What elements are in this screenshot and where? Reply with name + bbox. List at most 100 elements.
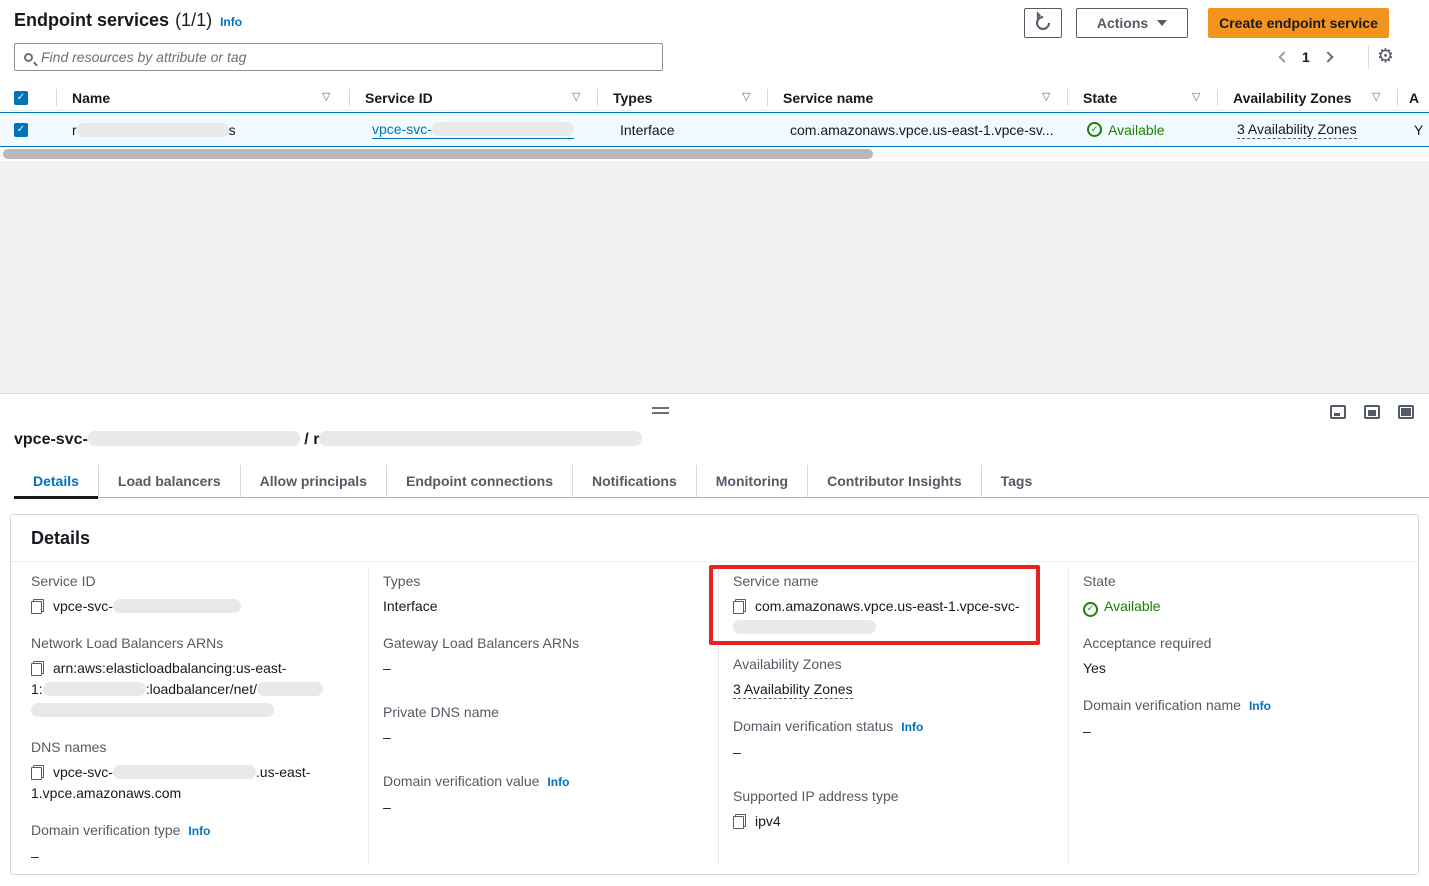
column-header-service-name[interactable]: Service name — [767, 84, 1067, 111]
tab-contributor-insights[interactable]: Contributor Insights — [808, 465, 982, 497]
field-service-name: Service name com.amazonaws.vpce.us-east-… — [733, 572, 1055, 638]
redacted-account-id — [43, 682, 146, 696]
supported-ip-value: ipv4 — [755, 813, 781, 829]
column-header-availability-zones[interactable]: Availability Zones — [1217, 84, 1397, 111]
search-input[interactable] — [41, 49, 662, 65]
row-service-id-cell: vpce-svc- — [372, 113, 597, 146]
info-link[interactable]: Info — [188, 824, 210, 838]
service-id-value: vpce-svc- — [53, 598, 113, 614]
copy-icon[interactable] — [31, 661, 44, 676]
copy-icon[interactable] — [31, 765, 44, 780]
tab-details[interactable]: Details — [14, 465, 99, 497]
private-dns-name-label: Private DNS name — [383, 703, 705, 721]
filter-icon[interactable]: ▽ — [1042, 90, 1050, 103]
redacted-panel-service-id — [88, 431, 300, 446]
copy-icon[interactable] — [733, 599, 746, 614]
panel-size-medium-icon[interactable] — [1364, 405, 1380, 419]
search-box[interactable] — [14, 43, 663, 71]
tab-load-balancers[interactable]: Load balancers — [99, 465, 241, 497]
row-state-text: Available — [1108, 122, 1165, 138]
availability-zones-label: Availability Zones — [733, 655, 1055, 673]
availability-zones-popover-link[interactable]: 3 Availability Zones — [1237, 121, 1357, 139]
actions-button[interactable]: Actions — [1076, 8, 1188, 38]
column-header-acceptance-partial[interactable]: A — [1409, 84, 1429, 111]
split-panel-drag-handle[interactable] — [652, 407, 669, 415]
panel-size-small-icon[interactable] — [1330, 405, 1346, 419]
tab-tags[interactable]: Tags — [982, 465, 1052, 497]
gateway-lb-arns-value: – — [383, 658, 705, 679]
column-header-name[interactable]: Name — [56, 84, 349, 111]
redacted-service-id-value — [113, 599, 241, 613]
create-endpoint-service-button[interactable]: Create endpoint service — [1208, 8, 1389, 38]
field-gateway-lb-arns: Gateway Load Balancers ARNs – — [383, 634, 705, 679]
tab-notifications[interactable]: Notifications — [573, 465, 697, 497]
actions-button-label: Actions — [1097, 15, 1148, 31]
page-info-link[interactable]: Info — [220, 15, 242, 29]
info-link[interactable]: Info — [547, 775, 569, 789]
panel-title-divider: / — [304, 431, 308, 448]
copy-icon[interactable] — [31, 599, 44, 614]
row-select-cell — [0, 113, 56, 146]
available-check-icon — [1083, 602, 1098, 617]
column-separator — [1068, 567, 1069, 864]
column-header-service-id[interactable]: Service ID — [349, 84, 597, 111]
pagination: 1 — [1280, 44, 1332, 70]
column-divider — [597, 89, 598, 106]
filter-icon[interactable]: ▽ — [1372, 90, 1380, 103]
filter-icon[interactable]: ▽ — [572, 90, 580, 103]
settings-gear-icon[interactable]: ⚙ — [1377, 43, 1394, 69]
redacted-panel-name — [319, 431, 642, 446]
refresh-button[interactable] — [1024, 8, 1062, 38]
info-link[interactable]: Info — [901, 720, 923, 734]
field-state: State Available — [1083, 572, 1405, 617]
table-header: Name Service ID Types Service name State… — [0, 84, 1429, 111]
types-label: Types — [383, 572, 705, 590]
dns-names-label: DNS names — [31, 738, 353, 756]
service-id-link[interactable]: vpce-svc- — [372, 121, 574, 139]
next-page-icon[interactable] — [1322, 51, 1333, 62]
service-name-label: Service name — [733, 572, 1055, 590]
previous-page-icon[interactable] — [1278, 51, 1289, 62]
row-types-cell: Interface — [620, 113, 767, 146]
chevron-down-icon — [1157, 20, 1167, 26]
table-row[interactable]: rs vpce-svc- Interface com.amazonaws.vpc… — [0, 112, 1429, 147]
details-column-3: Service name com.amazonaws.vpce.us-east-… — [733, 572, 1055, 849]
redacted-dns-id — [113, 765, 256, 779]
domain-verification-name-label: Domain verification name — [1083, 697, 1241, 713]
field-domain-verification-status: Domain verification statusInfo – — [733, 717, 1055, 763]
row-service-name-cell: com.amazonaws.vpce.us-east-1.vpce-sv... — [790, 113, 1067, 146]
acceptance-required-value: Yes — [1083, 658, 1405, 679]
select-all-checkbox[interactable] — [14, 91, 28, 105]
service-id-label: Service ID — [31, 572, 353, 590]
page-number[interactable]: 1 — [1302, 49, 1310, 65]
filter-icon[interactable]: ▽ — [742, 90, 750, 103]
state-value: Available — [1104, 598, 1161, 614]
supported-ip-label: Supported IP address type — [733, 787, 1055, 805]
search-icon — [24, 53, 33, 62]
private-dns-name-value: – — [383, 727, 705, 748]
filter-icon[interactable]: ▽ — [1192, 90, 1200, 103]
endpoint-services-pane: Endpoint services (1/1) Info Actions Cre… — [0, 0, 1429, 393]
horizontal-scrollbar-thumb[interactable] — [3, 149, 873, 159]
row-checkbox[interactable] — [14, 123, 28, 137]
nlb-arn-line2a: 1: — [31, 681, 43, 697]
tab-endpoint-connections[interactable]: Endpoint connections — [387, 465, 573, 497]
availability-zones-popover-link[interactable]: 3 Availability Zones — [733, 681, 853, 699]
domain-verification-name-value: – — [1083, 721, 1405, 742]
filter-icon[interactable]: ▽ — [322, 90, 330, 103]
redacted-lb-name — [257, 682, 323, 696]
refresh-icon — [1033, 13, 1053, 33]
row-name-cell: rs — [72, 113, 349, 146]
field-acceptance-required: Acceptance required Yes — [1083, 634, 1405, 679]
dns-name-prefix: vpce-svc- — [53, 764, 113, 780]
field-domain-verification-name: Domain verification name Info – — [1083, 696, 1405, 742]
panel-size-large-icon[interactable] — [1398, 405, 1414, 419]
tab-allow-principals[interactable]: Allow principals — [241, 465, 387, 497]
page-title: Endpoint services — [14, 10, 169, 31]
tab-monitoring[interactable]: Monitoring — [697, 465, 808, 497]
info-link[interactable]: Info — [1249, 699, 1271, 713]
field-nlb-arns: Network Load Balancers ARNs arn:aws:elas… — [31, 634, 353, 721]
state-label: State — [1083, 572, 1405, 590]
dns-name-mid: .us-east- — [256, 764, 310, 780]
copy-icon[interactable] — [733, 814, 746, 829]
